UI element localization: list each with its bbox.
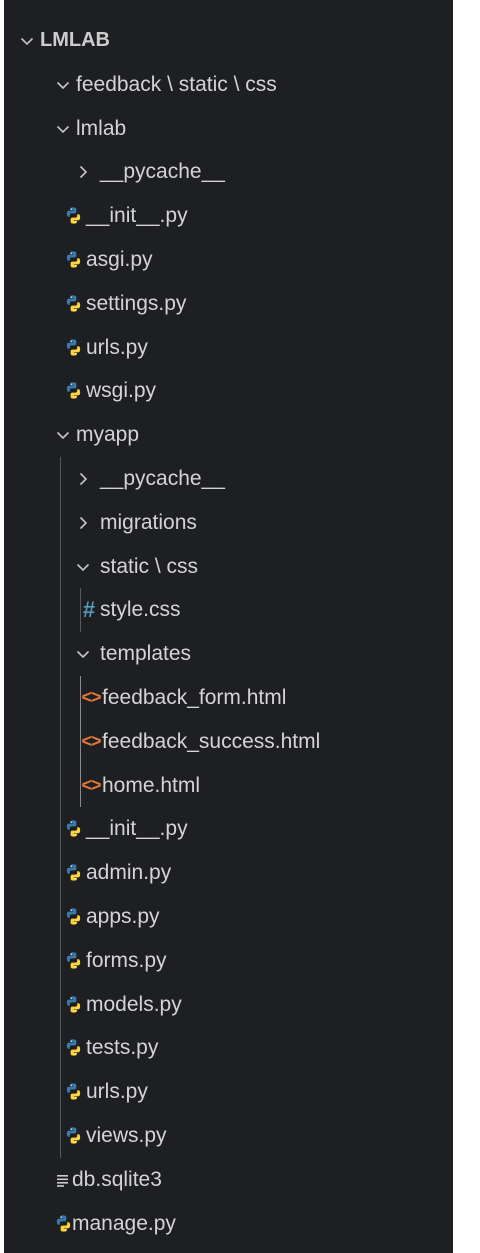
chevron-down-icon[interactable] [72, 545, 94, 588]
tree-item-myapp[interactable]: myapp [4, 413, 453, 456]
tree-item-lmlab-settings[interactable]: settings.py [4, 282, 453, 325]
tree-item-home-html[interactable]: <> home.html [4, 764, 453, 807]
python-icon [62, 895, 84, 938]
file-label: wsgi.py [86, 379, 157, 402]
python-icon [62, 326, 84, 369]
file-label: feedback_success.html [102, 730, 321, 753]
tree-item-feedback-success[interactable]: <> feedback_success.html [4, 720, 453, 763]
file-label: home.html [102, 774, 201, 797]
tree-item-myapp-views[interactable]: views.py [4, 1114, 453, 1157]
folder-label: feedback \ static \ css [76, 73, 277, 96]
file-label: manage.py [72, 1212, 176, 1235]
tree-item-lmlab[interactable]: lmlab [4, 107, 453, 150]
tree-item-db-sqlite3[interactable]: db.sqlite3 [4, 1158, 453, 1201]
folder-label: lmlab [76, 117, 127, 140]
file-label: forms.py [86, 949, 167, 972]
chevron-down-icon[interactable] [72, 632, 94, 675]
tree-item-myapp-static-css[interactable]: static \ css [4, 545, 453, 588]
tree-item-myapp-pycache[interactable]: __pycache__ [4, 457, 453, 500]
explorer-tree: LMLAB feedback \ static \ css lmlab __pycac… [4, 0, 453, 1253]
folder-label: static \ css [100, 555, 199, 578]
file-label: urls.py [86, 1080, 148, 1103]
chevron-down-icon[interactable] [52, 107, 74, 150]
chevron-right-icon[interactable] [72, 501, 94, 544]
file-label: db.sqlite3 [72, 1168, 162, 1191]
python-icon [62, 282, 84, 325]
file-label: feedback_form.html [102, 686, 287, 709]
tree-item-root[interactable]: LMLAB [4, 19, 453, 62]
python-icon [62, 851, 84, 894]
python-icon [62, 1026, 84, 1069]
tree-item-lmlab-pycache[interactable]: __pycache__ [4, 150, 453, 193]
file-label: urls.py [86, 336, 148, 359]
file-label: models.py [86, 993, 182, 1016]
lines-file-icon [52, 1158, 74, 1201]
python-icon [62, 1070, 84, 1113]
folder-label: myapp [76, 423, 140, 446]
python-icon [62, 238, 84, 281]
tree-item-style-css[interactable]: # style.css [4, 588, 453, 631]
tree-item-myapp-migrations[interactable]: migrations [4, 501, 453, 544]
tree-item-lmlab-wsgi[interactable]: wsgi.py [4, 369, 453, 412]
tree-item-lmlab-urls[interactable]: urls.py [4, 326, 453, 369]
tree-item-myapp-apps[interactable]: apps.py [4, 895, 453, 938]
folder-label: templates [100, 642, 192, 665]
file-label: __init__.py [86, 817, 188, 840]
python-icon [62, 1114, 84, 1157]
folder-label: LMLAB [40, 29, 110, 51]
tree-item-manage-py[interactable]: manage.py [4, 1202, 453, 1245]
file-label: tests.py [86, 1036, 159, 1059]
file-explorer: LMLAB feedback \ static \ css lmlab __pycac… [0, 0, 480, 1253]
chevron-down-icon[interactable] [52, 413, 74, 456]
chevron-right-icon[interactable] [72, 457, 94, 500]
tree-item-templates[interactable]: templates [4, 632, 453, 675]
file-label: admin.py [86, 861, 172, 884]
python-icon [62, 369, 84, 412]
tree-item-myapp-tests[interactable]: tests.py [4, 1026, 453, 1069]
tree-item-feedback-form[interactable]: <> feedback_form.html [4, 676, 453, 719]
file-label: settings.py [86, 292, 187, 315]
file-label: asgi.py [86, 248, 153, 271]
tree-item-lmlab-asgi[interactable]: asgi.py [4, 238, 453, 281]
tree-item-myapp-init[interactable]: __init__.py [4, 807, 453, 850]
html-brackets-icon: <> [81, 731, 101, 751]
python-icon [52, 1202, 74, 1245]
chevron-down-icon[interactable] [52, 63, 74, 106]
tree-item-myapp-urls[interactable]: urls.py [4, 1070, 453, 1113]
tree-item-feedback-static-css[interactable]: feedback \ static \ css [4, 63, 453, 106]
html-brackets-icon: <> [81, 687, 101, 707]
tree-item-myapp-admin[interactable]: admin.py [4, 851, 453, 894]
folder-label: __pycache__ [100, 467, 225, 490]
tree-item-lmlab-init[interactable]: __init__.py [4, 194, 453, 237]
folder-label: __pycache__ [100, 160, 225, 183]
python-icon [62, 807, 84, 850]
folder-label: migrations [100, 511, 197, 534]
file-label: views.py [86, 1124, 167, 1147]
python-icon [62, 939, 84, 982]
python-icon [62, 983, 84, 1026]
file-label: style.css [100, 598, 181, 621]
css-hash-icon: # [82, 597, 96, 622]
html-brackets-icon: <> [81, 775, 101, 795]
chevron-right-icon[interactable] [72, 150, 94, 193]
chevron-down-icon[interactable] [16, 19, 38, 62]
tree-item-myapp-forms[interactable]: forms.py [4, 939, 453, 982]
python-icon [62, 194, 84, 237]
file-label: apps.py [86, 905, 160, 928]
file-label: __init__.py [86, 204, 188, 227]
tree-item-myapp-models[interactable]: models.py [4, 983, 453, 1026]
